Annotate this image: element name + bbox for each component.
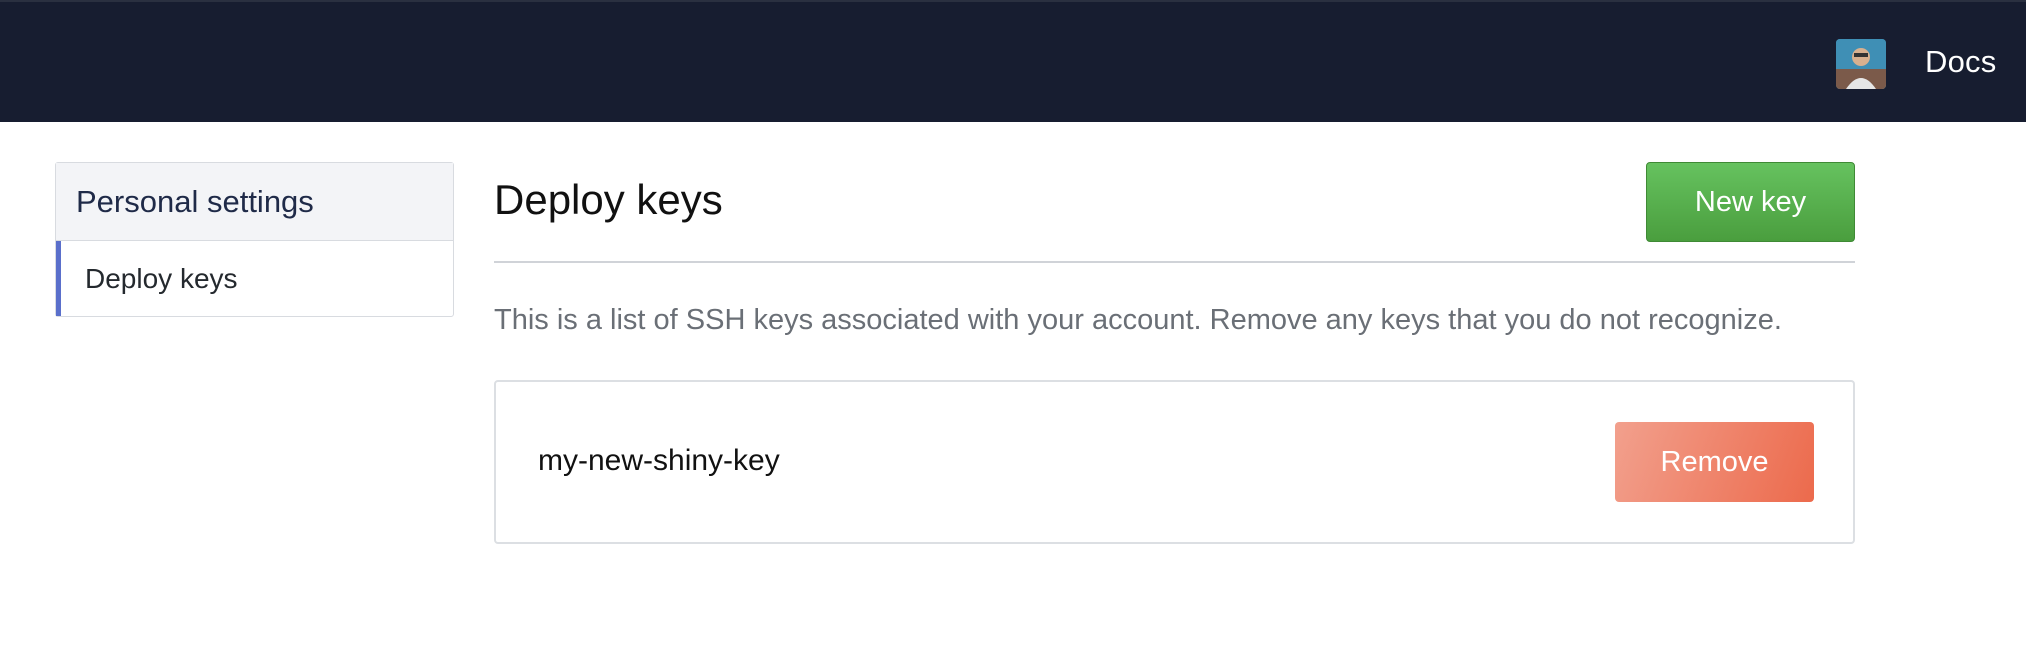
remove-key-button[interactable]: Remove	[1615, 422, 1814, 502]
key-name: my-new-shiny-key	[538, 444, 780, 477]
settings-sidebar: Personal settings Deploy keys	[55, 162, 454, 317]
user-avatar[interactable]	[1836, 39, 1886, 89]
avatar-image	[1836, 39, 1886, 89]
docs-link[interactable]: Docs	[1925, 44, 1996, 80]
key-list-item: my-new-shiny-key Remove	[494, 380, 1855, 544]
new-key-button[interactable]: New key	[1646, 162, 1855, 242]
page-description: This is a list of SSH keys associated wi…	[494, 304, 1782, 336]
title-divider	[494, 261, 1855, 263]
sidebar-item-deploy-keys[interactable]: Deploy keys	[56, 241, 453, 316]
page-title: Deploy keys	[494, 176, 723, 223]
top-navbar: Docs	[0, 0, 2026, 122]
sidebar-item-label: Deploy keys	[85, 262, 238, 294]
sidebar-title: Personal settings	[56, 163, 453, 241]
